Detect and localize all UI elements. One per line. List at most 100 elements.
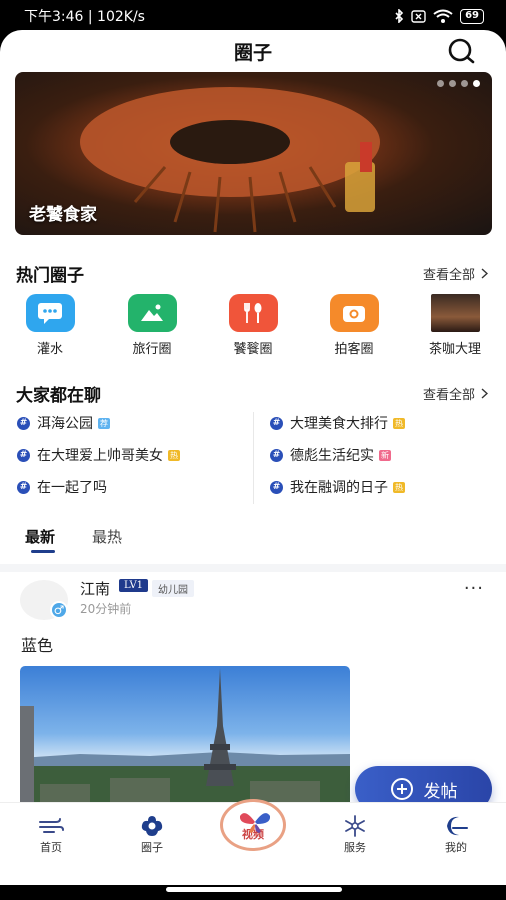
circle-item-tea-coffee[interactable]: 茶咖大理 — [415, 294, 495, 357]
app-screen: 圈子 老饕食家 热门圈子 查看全部 灌水 旅行圈 饕餮圈 拍客圈 茶咖大理 大家… — [0, 30, 506, 885]
carousel-dot — [461, 80, 468, 87]
tab-home[interactable]: 首页 — [21, 813, 81, 855]
circle-label: 拍客圈 — [334, 342, 374, 357]
post-username[interactable]: 江南 — [80, 578, 110, 599]
tab-circle[interactable]: 圈子 — [122, 813, 182, 855]
hashtag-icon: # — [17, 416, 30, 430]
hot-badge: 热 — [393, 481, 405, 493]
battery-indicator: 69 — [460, 8, 484, 24]
bottom-tab-bar: 首页 圈子 视频 服务 我的 — [0, 799, 506, 885]
tea-coffee-thumbnail-image — [430, 294, 480, 332]
see-all-label: 查看全部 — [422, 387, 475, 403]
topic-text: 德彪生活纪实 — [290, 448, 374, 464]
hot-badge: 热 — [168, 449, 180, 461]
hashtag-icon: # — [17, 448, 30, 462]
hot-circles-header: 热门圈子 查看全部 — [16, 261, 488, 286]
tab-label: 我的 — [445, 841, 467, 854]
page-title: 圈子 — [233, 42, 272, 64]
recommend-badge: 荐 — [98, 417, 110, 429]
new-badge: 新 — [379, 449, 391, 461]
feed-tabs: 最新 最热 — [0, 524, 506, 558]
carousel-dot — [437, 80, 444, 87]
chat-bubble-icon — [25, 294, 75, 332]
butterfly-logo-icon — [239, 813, 271, 833]
topic-item[interactable]: # 在一起了吗 — [17, 477, 107, 497]
post-image[interactable] — [20, 666, 350, 816]
topic-item[interactable]: # 德彪生活纪实 新 — [270, 445, 391, 465]
banner-caption: 老饕食家 — [29, 205, 97, 225]
topics-grid: # 洱海公园 荐 # 大理美食大排行 热 # 在大理爱上帅哥美女 热 # 德彪生… — [0, 410, 506, 506]
tower-landscape-image — [20, 668, 350, 816]
search-button[interactable] — [446, 36, 476, 66]
status-bar: 下午3:46 | 102K/s 69 — [0, 0, 506, 32]
flower-circle-icon — [141, 816, 163, 836]
wifi-icon — [433, 9, 453, 23]
male-gender-icon: ♂ — [50, 601, 68, 619]
circle-label: 饕餮圈 — [233, 342, 273, 357]
topic-item[interactable]: # 我在融调的日子 热 — [270, 477, 405, 497]
hot-badge: 热 — [393, 417, 405, 429]
topic-text: 在一起了吗 — [37, 480, 107, 496]
see-all-circles-link[interactable]: 查看全部 — [423, 264, 488, 283]
chevron-right-icon — [481, 387, 488, 399]
topic-item[interactable]: # 在大理爱上帅哥美女 热 — [17, 445, 180, 465]
see-all-topics-link[interactable]: 查看全部 — [423, 384, 488, 403]
hashtag-icon: # — [270, 416, 283, 430]
circle-item-travel[interactable]: 旅行圈 — [112, 294, 192, 357]
topic-text: 我在融调的日子 — [290, 480, 388, 496]
status-icons: 69 — [394, 8, 484, 24]
topic-text: 大理美食大排行 — [290, 416, 388, 432]
tab-service[interactable]: 服务 — [325, 813, 385, 855]
topic-item[interactable]: # 大理美食大排行 热 — [270, 413, 405, 433]
section-separator — [0, 564, 506, 572]
level-badge: LV1 — [119, 579, 149, 592]
hot-circles-list: 灌水 旅行圈 饕餮圈 拍客圈 茶咖大理 — [0, 294, 506, 358]
active-tab-indicator — [31, 550, 55, 553]
topic-text: 洱海公园 — [37, 416, 93, 432]
circle-item-photo[interactable]: 拍客圈 — [314, 294, 394, 357]
tab-mine[interactable]: 我的 — [426, 813, 486, 855]
banner-carousel[interactable]: 老饕食家 — [15, 72, 492, 235]
bluetooth-icon — [395, 9, 404, 23]
tab-hottest[interactable]: 最热 — [92, 526, 122, 547]
hashtag-icon: # — [17, 480, 30, 494]
title-bar: 圈子 — [0, 30, 506, 72]
section-title: 大家都在聊 — [16, 385, 101, 406]
home-indicator[interactable] — [166, 887, 342, 892]
camera-icon — [329, 294, 379, 332]
more-options-button[interactable]: ··· — [464, 578, 484, 599]
tab-label: 圈子 — [141, 841, 163, 854]
see-all-label: 查看全部 — [422, 267, 475, 283]
topic-item[interactable]: # 洱海公园 荐 — [17, 413, 110, 433]
chatting-header: 大家都在聊 查看全部 — [16, 381, 488, 406]
tab-label: 服务 — [344, 841, 366, 854]
section-title: 热门圈子 — [16, 265, 84, 286]
carousel-dot-active — [473, 80, 480, 87]
carousel-indicator — [437, 80, 480, 87]
video-center-button[interactable]: 视频 — [220, 799, 286, 851]
moon-profile-icon — [447, 816, 468, 836]
hashtag-icon: # — [270, 480, 283, 494]
snowflake-service-icon — [345, 815, 365, 837]
mountain-photo-icon — [127, 294, 177, 332]
plus-circle-icon — [390, 778, 413, 800]
rank-badge: 幼儿园 — [152, 580, 194, 597]
post-timestamp: 20分钟前 — [80, 602, 132, 616]
post-text: 蓝色 — [21, 636, 54, 655]
circle-item-guanshui[interactable]: 灌水 — [10, 294, 90, 357]
circle-label: 茶咖大理 — [428, 342, 481, 357]
fork-spoon-icon — [228, 294, 278, 332]
circle-item-food[interactable]: 饕餮圈 — [213, 294, 293, 357]
status-time: 下午3:46 | 102K/s — [24, 9, 145, 25]
circle-label: 灌水 — [36, 342, 63, 357]
wind-home-icon — [39, 818, 64, 833]
tab-latest[interactable]: 最新 — [25, 526, 55, 547]
chevron-right-icon — [481, 267, 488, 279]
search-icon — [448, 38, 475, 64]
hashtag-icon: # — [270, 448, 283, 462]
carousel-dot — [449, 80, 456, 87]
sim-icon — [411, 9, 426, 23]
circle-label: 旅行圈 — [132, 342, 172, 357]
topic-text: 在大理爱上帅哥美女 — [37, 448, 163, 464]
tab-label: 首页 — [40, 841, 62, 854]
